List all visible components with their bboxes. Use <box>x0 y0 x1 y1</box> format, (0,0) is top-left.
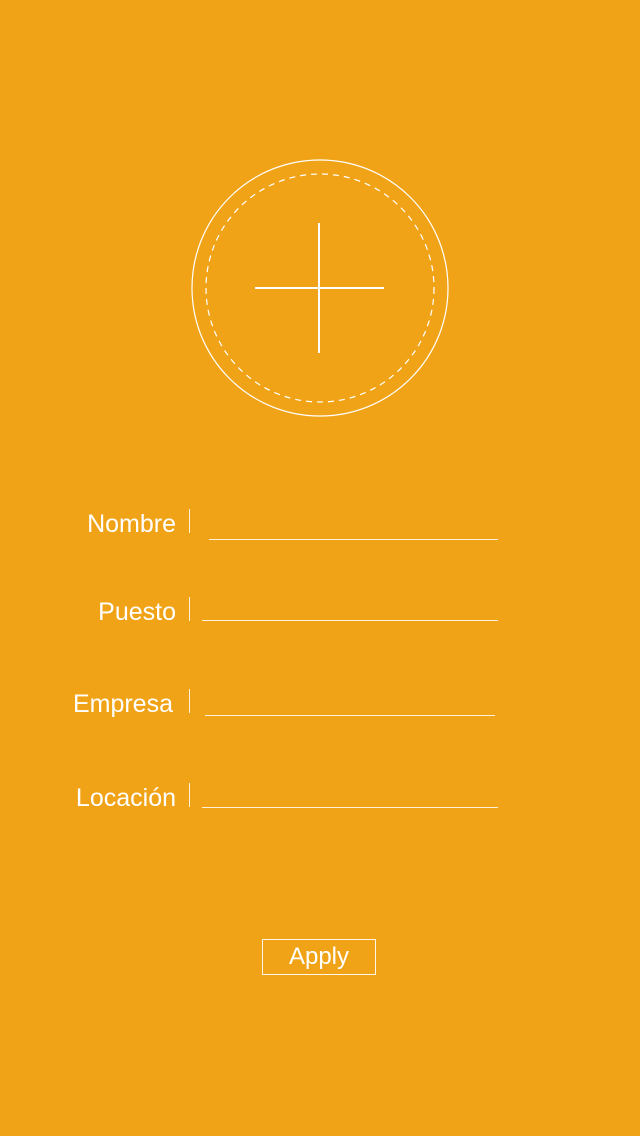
nombre-input[interactable] <box>209 505 498 540</box>
field-row-nombre: Nombre <box>0 505 640 545</box>
locacion-input[interactable] <box>202 773 498 808</box>
empresa-label: Empresa <box>72 690 173 718</box>
add-photo-button[interactable] <box>191 159 449 417</box>
puesto-input[interactable] <box>202 586 498 621</box>
empresa-input[interactable] <box>205 681 495 716</box>
add-photo-plus-icon <box>191 159 449 417</box>
field-row-empresa: Empresa <box>0 681 640 725</box>
apply-button[interactable]: Apply <box>262 939 376 975</box>
field-row-puesto: Puesto <box>0 586 640 633</box>
profile-form-screen: Nombre Puesto Empresa Locación Apply <box>0 0 640 1136</box>
locacion-label: Locación <box>75 784 176 812</box>
puesto-divider <box>189 597 190 621</box>
locacion-divider <box>189 783 190 807</box>
empresa-divider <box>189 689 190 713</box>
puesto-label: Puesto <box>98 598 176 626</box>
field-row-locacion: Locación <box>0 773 640 819</box>
nombre-label: Nombre <box>87 510 176 538</box>
nombre-divider <box>189 509 190 533</box>
